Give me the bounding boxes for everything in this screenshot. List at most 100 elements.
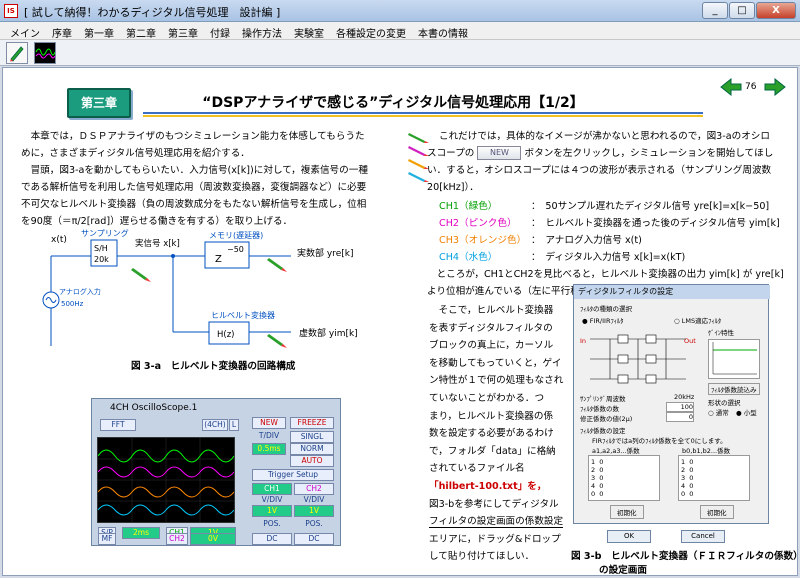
ok-button[interactable]: OK bbox=[607, 530, 651, 543]
menu-about[interactable]: 本書の情報 bbox=[412, 22, 474, 40]
time-scale-value[interactable]: 2ms bbox=[122, 527, 160, 539]
menu-chapter3[interactable]: 第三章 bbox=[162, 22, 204, 40]
menu-chapter2[interactable]: 第二章 bbox=[120, 22, 162, 40]
menu-lab[interactable]: 実験室 bbox=[288, 22, 330, 40]
probe-pen-icon bbox=[131, 268, 151, 282]
pos1-label: POS. bbox=[263, 519, 281, 528]
z-label: Z bbox=[215, 254, 222, 265]
chapter-tag: 第三章 bbox=[67, 88, 131, 118]
input-signal-label: x(t) bbox=[51, 235, 67, 245]
4ch-button[interactable]: (4CH) bbox=[202, 419, 228, 431]
b-coef-textarea[interactable]: 1 0 2 0 3 0 4 0 0 0 bbox=[678, 455, 750, 501]
cyan-pen-icon bbox=[408, 172, 429, 182]
read-coef-button[interactable]: ﾌｨﾙﾀ係数読込み bbox=[708, 383, 760, 395]
right-intro-line4: 20[kHz]）． bbox=[427, 182, 479, 193]
window-title: [ 試して納得！わかるディジタル信号処理 設計編 ] bbox=[24, 6, 281, 19]
menu-appendix[interactable]: 付録 bbox=[204, 22, 236, 40]
channel-row: CH3（オレンジ色）： アナログ入力信号 x(t) bbox=[439, 235, 642, 246]
order-label: ﾌｨﾙﾀ係数の数 bbox=[580, 405, 619, 413]
small-radio[interactable]: ● 小型 bbox=[736, 407, 757, 417]
title-underline-accent bbox=[143, 115, 703, 117]
mf-button[interactable]: MF bbox=[98, 533, 116, 545]
lms-radio[interactable]: ○ LMS適応ﾌｨﾙﾀ bbox=[674, 315, 721, 325]
pen-tool-button[interactable] bbox=[6, 41, 28, 64]
imag-output-label: 虚数部 yim[k] bbox=[299, 327, 358, 339]
shape-label: 形状の選択 bbox=[708, 399, 741, 407]
maximize-button[interactable]: □ bbox=[729, 2, 755, 19]
menu-chapter1[interactable]: 第一章 bbox=[78, 22, 120, 40]
ch2-small-label: CH2 bbox=[166, 533, 188, 545]
close-button[interactable]: X bbox=[756, 2, 796, 19]
tdiv-label: T/DIV bbox=[258, 431, 280, 440]
freeze-button[interactable]: FREEZE bbox=[290, 417, 334, 429]
toolbar bbox=[0, 40, 800, 66]
channel-row: CH2（ピンク色）： ヒルベルト変換器を通った後のディジタル信号 yim[k] bbox=[439, 218, 780, 229]
page-number: 76 bbox=[745, 82, 757, 92]
title-bar: IS [ 試して納得！わかるディジタル信号処理 設計編 ] _ □ X bbox=[0, 0, 800, 22]
coef-note: FIRﾌｨﾙﾀではa列のﾌｨﾙﾀ係数を全て0にします。 bbox=[592, 437, 727, 445]
menu-prologue[interactable]: 序章 bbox=[46, 22, 78, 40]
dc2-button[interactable]: DC bbox=[294, 533, 334, 545]
minimize-button[interactable]: _ bbox=[702, 2, 728, 19]
intro-paragraph: 本章では，ＤＳＰアナライザのもつシミュレーション能力を体感してもらうた めに，さ… bbox=[21, 131, 368, 227]
tdiv-value[interactable]: 0.5ms bbox=[252, 443, 286, 455]
init-b-button[interactable]: 初期化 bbox=[700, 505, 734, 519]
instructions-paragraph: そこで，ヒルベルト変換器 を表すディジタルフィルタの ブロックの真上に，カーソル… bbox=[429, 305, 564, 563]
ch2-button[interactable]: CH2 bbox=[294, 483, 334, 495]
mu-input[interactable]: 0 bbox=[666, 412, 694, 422]
gain-label: ｹﾞｲﾝ特性 bbox=[708, 329, 734, 337]
filter-settings-dialog: ディジタルフィルタの設定 ﾌｨﾙﾀの種類の選択 ● FIR/IIRﾌｨﾙﾀ ○ … bbox=[573, 284, 770, 524]
single-button[interactable]: SINGL bbox=[290, 431, 334, 443]
figure-caption-b2: の設定画面 bbox=[599, 565, 647, 576]
prev-page-arrow-icon[interactable] bbox=[719, 78, 743, 96]
app-icon: IS bbox=[4, 4, 18, 18]
hilbert-box-label: H(z) bbox=[217, 330, 235, 340]
oscilloscope-tool-button[interactable] bbox=[34, 41, 56, 64]
pink-pen-icon bbox=[408, 146, 429, 156]
order-input[interactable]: 100 bbox=[666, 402, 694, 412]
menu-main[interactable]: メイン bbox=[4, 22, 46, 40]
inline-new-button[interactable]: NEW bbox=[477, 146, 522, 160]
page-title: “DSPアナライザで感じる”ディジタル信号処理応用【1/2】 bbox=[202, 95, 584, 111]
delay-value: −50 bbox=[227, 245, 244, 254]
a-coef-textarea[interactable]: 1 0 2 0 3 0 4 0 0 0 bbox=[588, 455, 660, 501]
filter-type-label: ﾌｨﾙﾀの種類の選択 bbox=[580, 305, 632, 313]
auto-button[interactable]: AUTO bbox=[290, 455, 334, 467]
menu-howto[interactable]: 操作方法 bbox=[236, 22, 288, 40]
l-button[interactable]: L bbox=[229, 419, 239, 431]
vdiv1-value[interactable]: 1V bbox=[252, 505, 292, 517]
sh-label: S/H bbox=[94, 244, 108, 253]
cancel-button[interactable]: Cancel bbox=[681, 530, 725, 543]
fft-button[interactable]: FFT bbox=[100, 419, 136, 431]
right-intro-line2: スコープの NEW ボタンを左クリックし，シミュレーションを開始してほし bbox=[427, 146, 774, 160]
new-button[interactable]: NEW bbox=[252, 417, 286, 429]
sampling-label: サンプリング bbox=[81, 228, 129, 238]
init-a-button[interactable]: 初期化 bbox=[610, 505, 644, 519]
probe-pen-icon bbox=[267, 334, 287, 348]
oscilloscope-screen bbox=[97, 437, 235, 523]
ch1-button[interactable]: CH1 bbox=[252, 483, 292, 495]
fir-radio[interactable]: ● FIR/IIRﾌｨﾙﾀ bbox=[582, 315, 623, 325]
title-underline bbox=[143, 112, 703, 114]
a-column-header: a1,a2,a3...係数 bbox=[592, 447, 640, 455]
circuit-diagram: x(t) サンプリング S/H 20k 実信号 x[k] メモリ(遅延器) −5… bbox=[42, 228, 358, 348]
normal-radio[interactable]: ○ 通常 bbox=[708, 407, 729, 417]
oscilloscope-icon bbox=[35, 48, 55, 58]
normal-button[interactable]: NORM bbox=[290, 443, 334, 455]
memory-label: メモリ(遅延器) bbox=[209, 230, 263, 240]
coef-set-label: ﾌｨﾙﾀ係数の設定 bbox=[580, 427, 626, 435]
next-page-arrow-icon[interactable] bbox=[763, 78, 787, 96]
dc1-button[interactable]: DC bbox=[252, 533, 292, 545]
frequency-label: 500Hz bbox=[61, 300, 84, 308]
oscilloscope-title: 4CH OscilloScope.1 bbox=[110, 403, 198, 413]
menu-settings[interactable]: 各種設定の変更 bbox=[330, 22, 412, 40]
figure-caption-a: 図 3-a ヒルベルト変換器の回路構成 bbox=[131, 361, 296, 372]
in-label: In bbox=[580, 337, 587, 345]
ch2-offset-value[interactable]: 0V bbox=[190, 533, 236, 545]
green-pen-icon bbox=[408, 133, 429, 143]
vdiv2-value[interactable]: 1V bbox=[294, 505, 334, 517]
fs-value: 20kHz bbox=[674, 393, 695, 401]
after-channels-line1: ところが，CH1とCH2を見比べると，ヒルベルト変換器の出力 yim[k] が … bbox=[427, 269, 784, 280]
oscilloscope-window: 4CH OscilloScope.1 FFT (4CH) L NEW FREEZ… bbox=[91, 398, 341, 546]
trigger-setup-button[interactable]: Trigger Setup bbox=[252, 469, 334, 481]
